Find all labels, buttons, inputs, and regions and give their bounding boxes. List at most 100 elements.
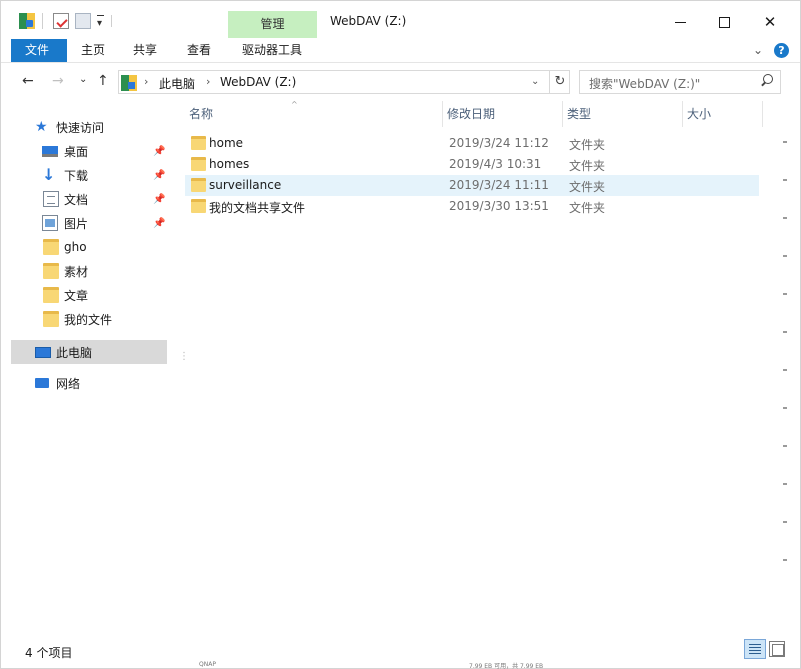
table-row[interactable]: homes 2019/4/3 10:31 文件夹 — [185, 154, 759, 175]
sort-indicator-icon: ^ — [291, 100, 298, 109]
tab-file[interactable]: 文件 — [11, 39, 67, 62]
pin-icon[interactable]: 📌 — [153, 194, 165, 205]
search-box[interactable]: 搜索"WebDAV (Z:)" — [579, 70, 781, 94]
file-list: ^ 名称 修改日期 类型 大小 home 2019/3/24 11:12 文件夹… — [185, 100, 777, 631]
sidebar-item-label: 快速访问 — [56, 120, 105, 135]
sidebar-item-materials[interactable]: 素材 — [11, 259, 167, 283]
navigation-row: ← → ⌄ ↑ › 此电脑 › WebDAV (Z:) ⌄ ↻ 搜索"WebDA… — [1, 65, 800, 99]
column-header-type[interactable]: 类型 — [563, 101, 683, 127]
folder-icon — [191, 136, 206, 150]
new-folder-icon[interactable] — [75, 13, 91, 29]
folder-icon — [43, 239, 59, 255]
breadcrumb-webdav[interactable]: WebDAV (Z:) — [220, 75, 296, 89]
minimize-button[interactable] — [657, 7, 703, 37]
customize-dropdown-icon[interactable]: ▾ — [97, 15, 104, 29]
tab-drive-tools[interactable]: 驱动器工具 — [230, 39, 314, 62]
column-header-name[interactable]: ^ 名称 — [185, 100, 443, 127]
folder-icon — [43, 263, 59, 279]
file-name: homes — [209, 157, 250, 171]
toolbar-separator — [42, 13, 43, 29]
ghost-text: 7.99 EB 可用，共 7.99 EB — [469, 663, 544, 669]
sidebar-item-articles[interactable]: 文章 — [11, 283, 167, 307]
pin-icon[interactable]: 📌 — [153, 146, 165, 157]
toolbar-separator — [111, 15, 112, 27]
folder-icon — [43, 287, 59, 303]
breadcrumb-separator-icon[interactable]: › — [144, 75, 148, 88]
file-name: 我的文档共享文件 — [209, 201, 306, 215]
sidebar-item-this-pc[interactable]: 此电脑 — [11, 340, 167, 364]
table-row[interactable]: 我的文档共享文件 2019/3/30 13:51 文件夹 — [185, 196, 759, 217]
pin-icon[interactable]: 📌 — [153, 218, 165, 229]
pictures-icon — [42, 215, 58, 231]
back-arrow-icon[interactable]: ← — [22, 73, 34, 89]
file-type: 文件夹 — [569, 201, 606, 215]
explorer-window: ▾ 管理 WebDAV (Z:) ✕ 文件 主页 共享 查看 驱动器工具 ⌄ ?… — [0, 0, 801, 669]
file-type: 文件夹 — [569, 159, 606, 173]
address-bar[interactable]: › 此电脑 › WebDAV (Z:) ⌄ ↻ — [118, 70, 570, 94]
folder-icon — [191, 178, 206, 192]
close-button[interactable]: ✕ — [747, 7, 793, 37]
sidebar-item-downloads[interactable]: ↓ 下载 📌 — [11, 163, 167, 187]
forward-arrow-icon[interactable]: → — [52, 73, 64, 89]
window-title: WebDAV (Z:) — [330, 14, 407, 28]
scrollbar-track[interactable] — [783, 141, 787, 581]
up-arrow-icon[interactable]: ↑ — [97, 73, 109, 89]
sidebar-item-quick-access[interactable]: ★ 快速访问 — [11, 115, 167, 139]
computer-icon — [35, 346, 51, 358]
drive-icon[interactable] — [19, 13, 35, 29]
refresh-icon[interactable]: ↻ — [549, 71, 570, 93]
tab-home[interactable]: 主页 — [69, 39, 117, 62]
sidebar-item-gho[interactable]: gho — [11, 235, 167, 259]
sidebar-item-label: gho — [64, 240, 87, 254]
status-bar: 4 个项目 — [1, 639, 800, 663]
table-row[interactable]: surveillance 2019/3/24 11:11 文件夹 — [185, 175, 759, 196]
search-input[interactable]: 搜索"WebDAV (Z:)" — [589, 75, 700, 92]
tab-share[interactable]: 共享 — [121, 39, 169, 62]
sidebar-item-label: 桌面 — [64, 144, 89, 159]
maximize-button[interactable] — [701, 7, 747, 37]
properties-icon[interactable] — [53, 13, 69, 29]
item-count: 4 个项目 — [25, 646, 73, 660]
download-icon: ↓ — [42, 165, 56, 184]
recent-locations-icon[interactable]: ⌄ — [79, 74, 87, 85]
folder-icon — [191, 157, 206, 171]
sidebar-item-label: 我的文件 — [64, 312, 113, 327]
tab-view[interactable]: 查看 — [175, 39, 223, 62]
file-date: 2019/3/30 13:51 — [449, 199, 549, 213]
details-view-icon[interactable] — [744, 639, 766, 659]
expand-ribbon-icon[interactable]: ⌄ — [753, 43, 763, 57]
help-icon[interactable]: ? — [774, 43, 789, 58]
file-name: surveillance — [209, 178, 282, 192]
column-header-size[interactable]: 大小 — [683, 101, 763, 127]
sidebar-item-label: 网络 — [56, 376, 81, 391]
address-dropdown-icon[interactable]: ⌄ — [531, 76, 539, 87]
ribbon-tabs: 文件 主页 共享 查看 驱动器工具 ⌄ ? — [1, 39, 800, 63]
sidebar-item-label: 此电脑 — [56, 345, 93, 360]
sidebar-item-desktop[interactable]: 桌面 📌 — [11, 139, 167, 163]
column-header-label: 名称 — [189, 107, 214, 121]
document-icon — [43, 191, 59, 207]
maximize-icon — [718, 16, 730, 28]
sidebar-item-my-files[interactable]: 我的文件 — [11, 307, 167, 331]
star-icon: ★ — [35, 119, 48, 135]
folder-icon — [43, 311, 59, 327]
search-icon[interactable] — [760, 74, 773, 87]
breadcrumb-separator-icon[interactable]: › — [206, 75, 210, 88]
sidebar-item-network[interactable]: 网络 — [11, 371, 167, 395]
sidebar-item-label: 文档 — [64, 192, 89, 207]
sidebar-item-documents[interactable]: 文档 📌 — [11, 187, 167, 211]
file-date: 2019/3/24 11:11 — [449, 178, 549, 192]
network-icon — [35, 378, 49, 388]
sidebar-item-pictures[interactable]: 图片 📌 — [11, 211, 167, 235]
manage-context-tab[interactable]: 管理 — [228, 11, 317, 38]
taskbar-ghost: QNAP 7.99 EB 可用，共 7.99 EB — [1, 661, 800, 669]
breadcrumb-this-pc[interactable]: 此电脑 — [159, 75, 195, 92]
sidebar-item-label: 素材 — [64, 264, 89, 279]
minimize-icon — [674, 21, 686, 23]
large-icons-view-icon[interactable] — [769, 641, 785, 657]
file-date: 2019/3/24 11:12 — [449, 136, 549, 150]
pin-icon[interactable]: 📌 — [153, 170, 165, 181]
folder-icon — [191, 199, 206, 213]
column-header-date[interactable]: 修改日期 — [443, 101, 563, 127]
table-row[interactable]: home 2019/3/24 11:12 文件夹 — [185, 133, 759, 154]
